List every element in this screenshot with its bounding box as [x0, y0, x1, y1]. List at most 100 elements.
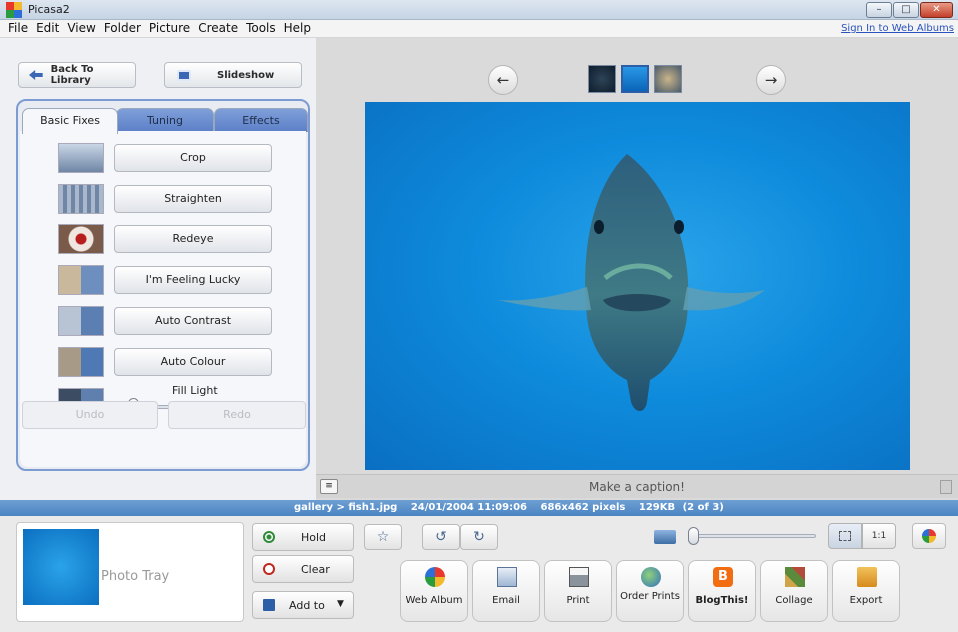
add-to-label: Add to — [289, 599, 325, 612]
caption-input[interactable]: Make a caption! — [316, 480, 958, 494]
crop-thumbnail — [58, 143, 104, 173]
hold-icon — [263, 531, 275, 543]
clear-icon — [263, 563, 275, 575]
filmstrip-thumb-3[interactable] — [654, 65, 682, 93]
redeye-thumbnail — [58, 224, 104, 254]
chevron-down-icon: ▼ — [337, 599, 344, 609]
clear-label: Clear — [301, 563, 330, 576]
order-prints-label: Order Prints — [620, 591, 680, 602]
picasa-button[interactable] — [912, 523, 946, 549]
star-button[interactable]: ☆ — [364, 524, 402, 550]
auto-contrast-thumbnail — [58, 306, 104, 336]
delete-icon[interactable] — [940, 480, 952, 494]
status-path: gallery > fish1.jpg — [294, 502, 398, 513]
back-to-library-button[interactable]: Back To Library — [18, 62, 136, 88]
menu-file[interactable]: File — [4, 20, 32, 37]
menu-create[interactable]: Create — [194, 20, 242, 37]
menu-view[interactable]: View — [63, 20, 99, 37]
share-toolbar: Web Album Email Print Order Prints B Blo… — [356, 558, 942, 628]
back-arrow-icon — [29, 70, 43, 80]
zoom-slider-handle[interactable] — [688, 527, 699, 545]
zoom-icon — [654, 530, 676, 544]
feeling-lucky-thumbnail — [58, 265, 104, 295]
tab-effects[interactable]: Effects — [214, 108, 308, 132]
crop-button[interactable]: Crop — [114, 144, 272, 172]
redeye-button[interactable]: Redeye — [114, 225, 272, 253]
photo-tray-label: Photo Tray — [101, 569, 170, 584]
photo-viewer: ← → ≡ Make a caption! — [316, 38, 958, 500]
rotate-right-button[interactable]: ↻ — [460, 524, 498, 550]
email-icon — [497, 567, 517, 587]
straighten-thumbnail — [58, 184, 104, 214]
window-title: Picasa2 — [28, 3, 70, 16]
redo-button[interactable]: Redo — [168, 401, 306, 429]
clear-button[interactable]: Clear — [252, 555, 354, 583]
close-button[interactable]: ✕ — [920, 2, 953, 18]
collage-button[interactable]: Collage — [760, 560, 828, 622]
fit-view-button[interactable] — [828, 523, 862, 549]
menu-tools[interactable]: Tools — [242, 20, 280, 37]
title-bar: Picasa2 – □ ✕ — [0, 0, 958, 20]
fill-light-label: Fill Light — [172, 384, 218, 397]
slideshow-icon — [177, 69, 191, 81]
filmstrip-thumb-1[interactable] — [588, 65, 616, 93]
main-photo — [365, 102, 910, 470]
picasa-pinwheel-icon — [922, 529, 936, 543]
auto-contrast-button[interactable]: Auto Contrast — [114, 307, 272, 335]
back-to-library-label: Back To Library — [50, 64, 94, 86]
slideshow-button[interactable]: Slideshow — [164, 62, 302, 88]
export-button[interactable]: Export — [832, 560, 900, 622]
email-label: Email — [492, 595, 520, 606]
print-label: Print — [566, 595, 590, 606]
zoom-slider-track[interactable] — [690, 534, 816, 538]
album-icon — [263, 599, 275, 611]
printer-icon — [569, 567, 589, 587]
status-datetime: 24/01/2004 11:09:06 — [410, 502, 528, 513]
rotate-left-button[interactable]: ↺ — [422, 524, 460, 550]
tray-photo-thumbnail[interactable] — [23, 529, 99, 605]
export-label: Export — [849, 595, 883, 606]
export-icon — [857, 567, 877, 587]
slideshow-label: Slideshow — [217, 69, 275, 81]
menu-folder[interactable]: Folder — [100, 20, 145, 37]
menu-bar: File Edit View Folder Picture Create Tools Help… — [0, 20, 958, 38]
menu-picture[interactable]: Picture — [145, 20, 194, 37]
web-album-icon — [425, 567, 445, 587]
email-button[interactable]: Email — [472, 560, 540, 622]
tab-tuning[interactable]: Tuning — [116, 108, 214, 132]
status-bar: gallery > fish1.jpg 24/01/2004 11:09:06 … — [0, 500, 958, 516]
blogthis-button[interactable]: B BlogThis! — [688, 560, 756, 622]
minimize-button[interactable]: – — [866, 2, 892, 18]
straighten-button[interactable]: Straighten — [114, 185, 272, 213]
tab-basic-fixes[interactable]: Basic Fixes — [22, 108, 118, 134]
web-album-button[interactable]: Web Album — [400, 560, 468, 622]
order-prints-button[interactable]: Order Prints — [616, 560, 684, 622]
web-album-label: Web Album — [405, 595, 463, 606]
maximize-button[interactable]: □ — [893, 2, 919, 18]
status-filesize: 129KB — [638, 502, 676, 513]
fit-view-icon — [839, 530, 851, 541]
previous-photo-button[interactable]: ← — [488, 65, 518, 95]
status-dimensions: 686x462 pixels — [540, 502, 626, 513]
hold-label: Hold — [301, 531, 327, 544]
bottom-bar: Photo Tray Hold Clear Add to ▼ ☆ ↺ ↻ 1:1… — [0, 516, 958, 632]
photo-tray[interactable]: Photo Tray — [16, 522, 244, 622]
auto-colour-thumbnail — [58, 347, 104, 377]
picasa-logo-icon — [6, 2, 22, 18]
caption-bar: ≡ Make a caption! — [316, 474, 958, 498]
menu-edit[interactable]: Edit — [32, 20, 63, 37]
hold-button[interactable]: Hold — [252, 523, 354, 551]
menu-help[interactable]: Help — [280, 20, 315, 37]
feeling-lucky-button[interactable]: I'm Feeling Lucky — [114, 266, 272, 294]
actual-size-button[interactable]: 1:1 — [862, 523, 896, 549]
auto-colour-button[interactable]: Auto Colour — [114, 348, 272, 376]
filmstrip-thumb-2[interactable] — [621, 65, 649, 93]
print-button[interactable]: Print — [544, 560, 612, 622]
add-to-button[interactable]: Add to ▼ — [252, 591, 354, 619]
globe-icon — [641, 567, 661, 587]
sign-in-link[interactable]: Sign In to Web Albums — [841, 23, 954, 34]
undo-button[interactable]: Undo — [22, 401, 158, 429]
next-photo-button[interactable]: → — [756, 65, 786, 95]
collage-label: Collage — [775, 595, 813, 606]
blogger-icon: B — [713, 567, 733, 587]
